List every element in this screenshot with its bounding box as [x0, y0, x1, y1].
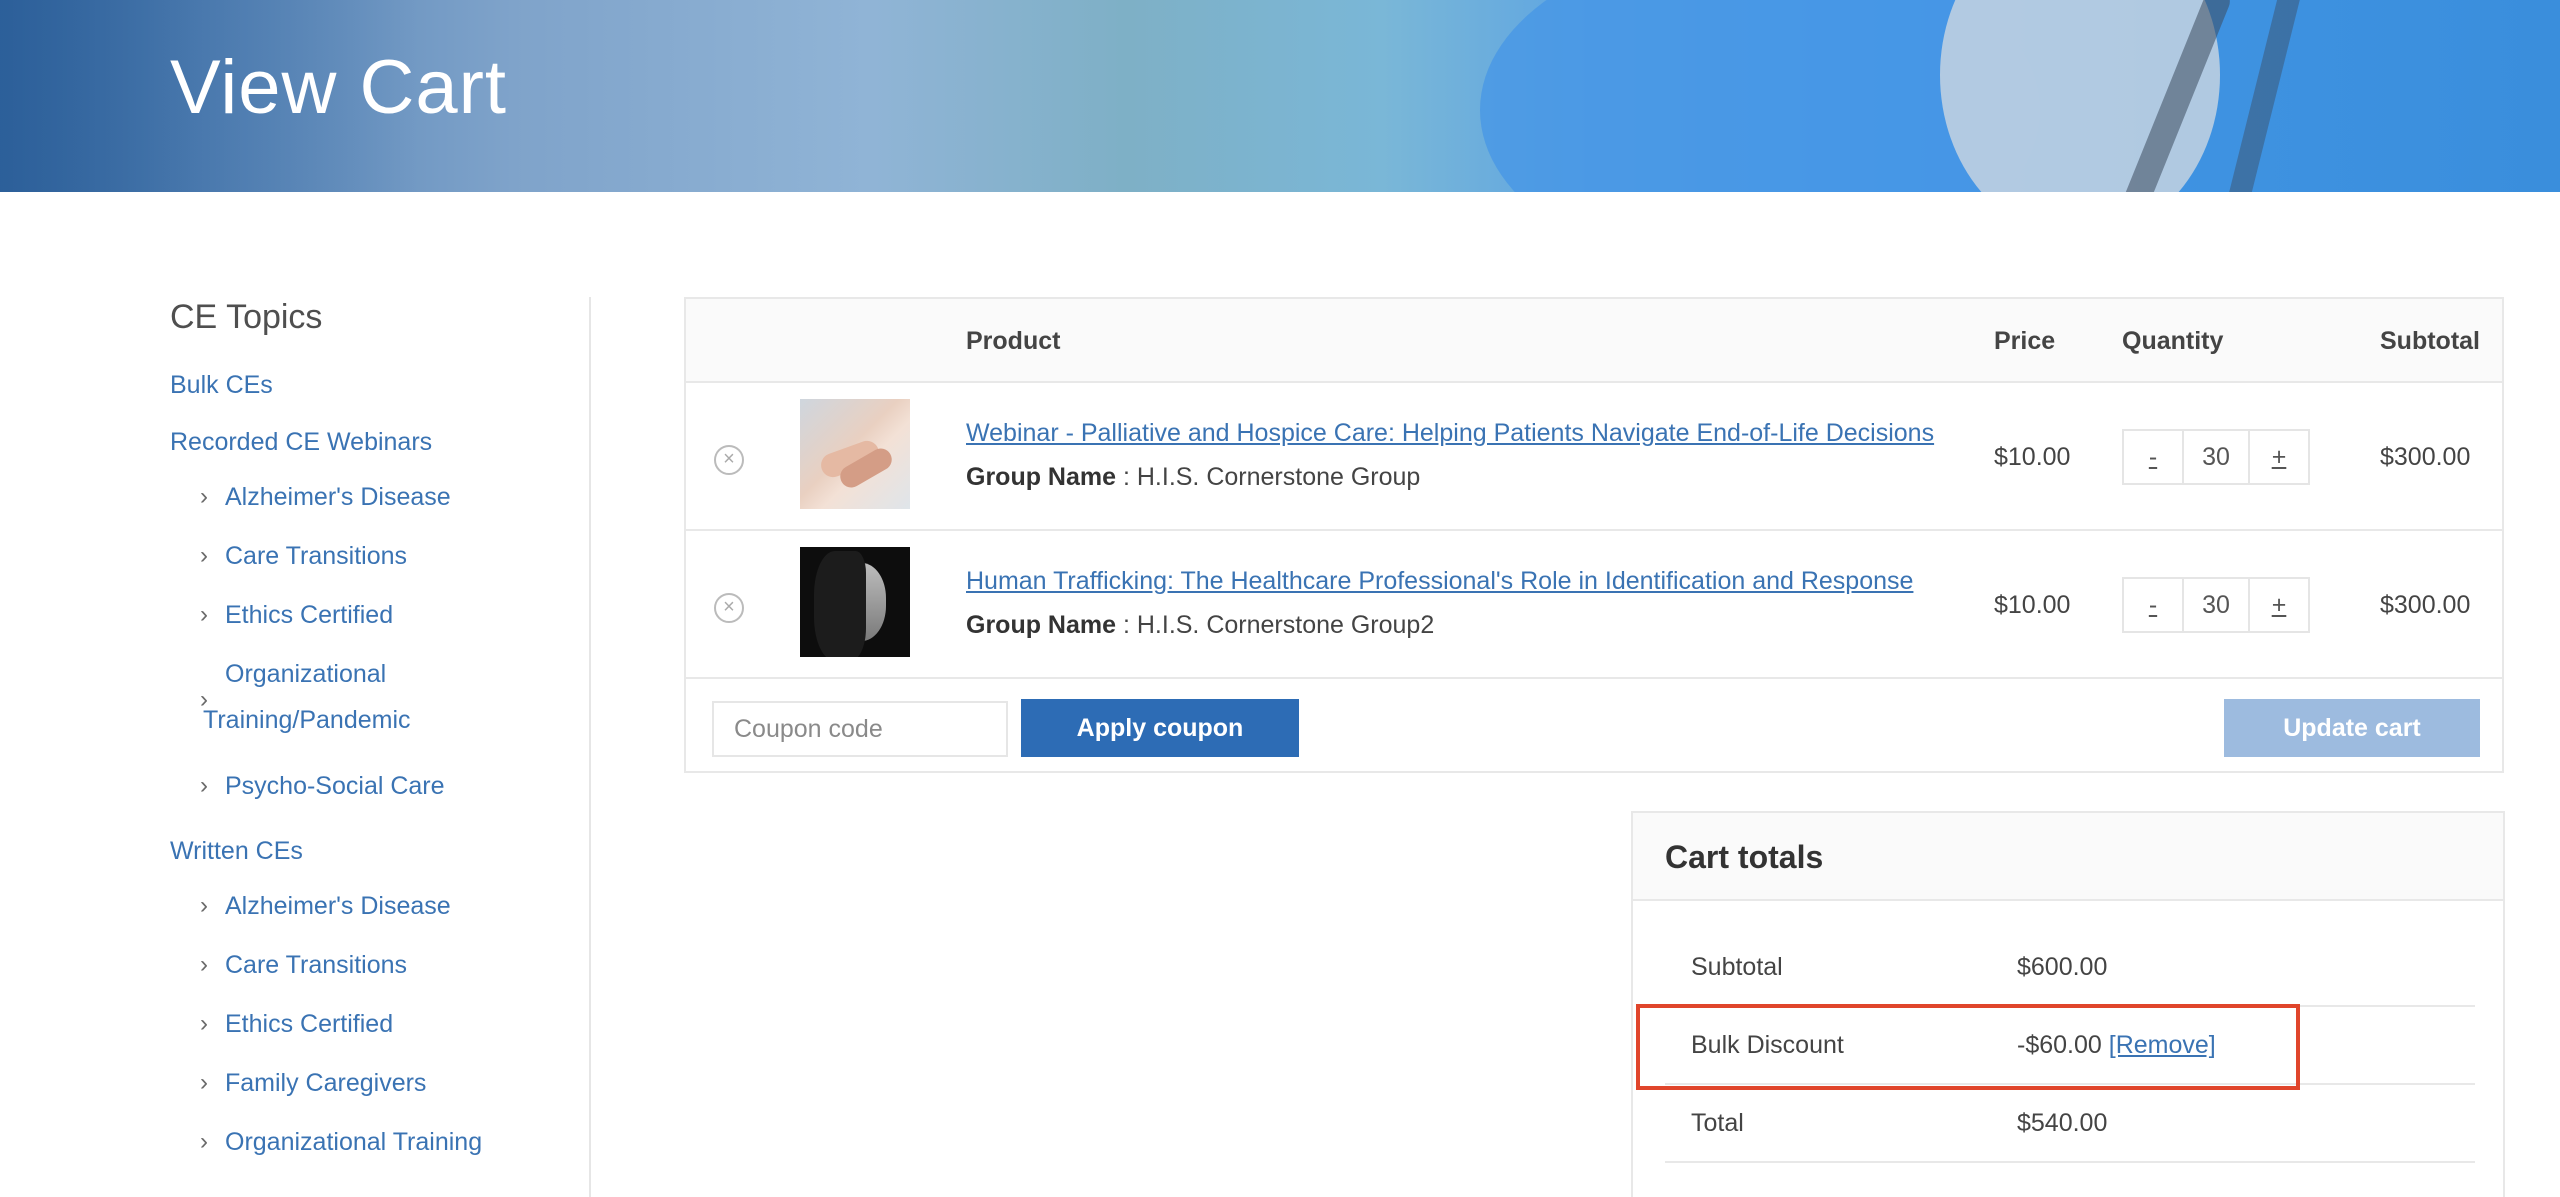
sidebar-category-recorded-ce-webinars[interactable]: Recorded CE Webinars: [170, 428, 590, 457]
remove-item-icon[interactable]: ×: [714, 445, 744, 475]
quantity-stepper: - 30 +: [2122, 577, 2310, 633]
apply-coupon-button[interactable]: Apply coupon: [1021, 699, 1299, 757]
product-price: $10.00: [1994, 591, 2071, 619]
page-hero-banner: View Cart: [0, 0, 2560, 192]
chevron-right-icon: ›: [200, 772, 208, 799]
quantity-increase-button[interactable]: +: [2250, 431, 2308, 483]
sidebar-item-written-ethics-certified[interactable]: › Ethics Certified: [170, 1006, 590, 1065]
sidebar-ce-topics: CE Topics Bulk CEs Recorded CE Webinars …: [170, 298, 590, 1193]
chevron-right-icon: ›: [200, 1010, 208, 1037]
sidebar-item-written-alzheimers[interactable]: › Alzheimer's Disease: [170, 888, 590, 947]
subtotal-value: $600.00: [2017, 953, 2108, 981]
totals-row-subtotal: Subtotal $600.00: [1665, 929, 2475, 1007]
sidebar-subgroup-written: › Alzheimer's Disease › Care Transitions…: [170, 888, 590, 1183]
sidebar-item-recorded-care-transitions[interactable]: › Care Transitions: [170, 538, 590, 597]
sidebar-category-written-ces[interactable]: Written CEs: [170, 837, 590, 866]
quantity-decrease-button[interactable]: -: [2124, 579, 2182, 631]
product-subtotal: $300.00: [2380, 443, 2471, 471]
page-title: View Cart: [170, 45, 508, 130]
product-price: $10.00: [1994, 443, 2071, 471]
sidebar-item-written-family-caregivers[interactable]: › Family Caregivers: [170, 1065, 590, 1124]
group-name-value: : H.I.S. Cornerstone Group2: [1116, 611, 1435, 639]
sidebar-subgroup-recorded: › Alzheimer's Disease › Care Transitions…: [170, 479, 590, 827]
product-subtotal: $300.00: [2380, 591, 2471, 619]
hero-stethoscope-shape-2: [2218, 0, 2304, 192]
quantity-input[interactable]: 30: [2182, 579, 2250, 631]
header-quantity: Quantity: [2122, 327, 2224, 355]
quantity-input[interactable]: 30: [2182, 431, 2250, 483]
thumbnail-hair-shape: [814, 551, 866, 657]
header-price: Price: [1994, 327, 2056, 355]
total-label: Total: [1691, 1109, 1744, 1137]
chevron-right-icon: ›: [200, 686, 208, 713]
chevron-right-icon: ›: [200, 1128, 208, 1155]
sidebar-item-recorded-ethics-certified[interactable]: › Ethics Certified: [170, 597, 590, 656]
header-subtotal: Subtotal: [2380, 327, 2480, 355]
table-row: × Human Trafficking: The Healthcare Prof…: [686, 531, 2502, 679]
totals-row-total: Total $540.00: [1665, 1085, 2475, 1163]
product-group-name: Group Name : H.I.S. Cornerstone Group2: [966, 611, 1434, 640]
quantity-decrease-button[interactable]: -: [2124, 431, 2182, 483]
product-thumbnail[interactable]: [800, 547, 910, 657]
table-row: × Webinar - Palliative and Hospice Care:…: [686, 383, 2502, 531]
chevron-right-icon: ›: [200, 951, 208, 978]
product-group-name: Group Name : H.I.S. Cornerstone Group: [966, 463, 1420, 492]
subtotal-label: Subtotal: [1691, 953, 1783, 981]
sidebar-item-written-care-transitions[interactable]: › Care Transitions: [170, 947, 590, 1006]
chevron-right-icon: ›: [200, 542, 208, 569]
sidebar-item-written-organizational-training[interactable]: › Organizational Training: [170, 1124, 590, 1183]
quantity-increase-button[interactable]: +: [2250, 579, 2308, 631]
sidebar-item-recorded-alzheimers[interactable]: › Alzheimer's Disease: [170, 479, 590, 538]
coupon-code-input[interactable]: [712, 701, 1008, 757]
group-name-value: : H.I.S. Cornerstone Group: [1116, 463, 1421, 491]
sidebar-heading: CE Topics: [170, 298, 323, 336]
chevron-right-icon: ›: [200, 892, 208, 919]
product-thumbnail[interactable]: [800, 399, 910, 509]
remove-item-icon[interactable]: ×: [714, 593, 744, 623]
total-value: $540.00: [2017, 1109, 2108, 1137]
product-link[interactable]: Human Trafficking: The Healthcare Profes…: [966, 567, 1913, 596]
annotation-highlight-box: [1636, 1004, 2300, 1090]
sidebar-category-bulk-ces[interactable]: Bulk CEs: [170, 371, 590, 400]
group-name-label: Group Name: [966, 463, 1117, 491]
chevron-right-icon: ›: [200, 601, 208, 628]
header-product: Product: [966, 327, 1061, 355]
update-cart-button[interactable]: Update cart: [2224, 699, 2480, 757]
sidebar-item-recorded-organizational-training-pandemic[interactable]: › Organizational Training/Pandemic: [170, 656, 590, 768]
chevron-right-icon: ›: [200, 483, 208, 510]
cart-table-header: Product Price Quantity Subtotal: [686, 299, 2502, 383]
cart-totals-heading: Cart totals: [1633, 813, 2503, 901]
quantity-stepper: - 30 +: [2122, 429, 2310, 485]
chevron-right-icon: ›: [200, 1069, 208, 1096]
product-link[interactable]: Webinar - Palliative and Hospice Care: H…: [966, 419, 1934, 448]
cart-table: Product Price Quantity Subtotal × Webina…: [684, 297, 2504, 773]
group-name-label: Group Name: [966, 611, 1117, 639]
sidebar-item-recorded-psycho-social-care[interactable]: › Psycho-Social Care: [170, 768, 590, 827]
